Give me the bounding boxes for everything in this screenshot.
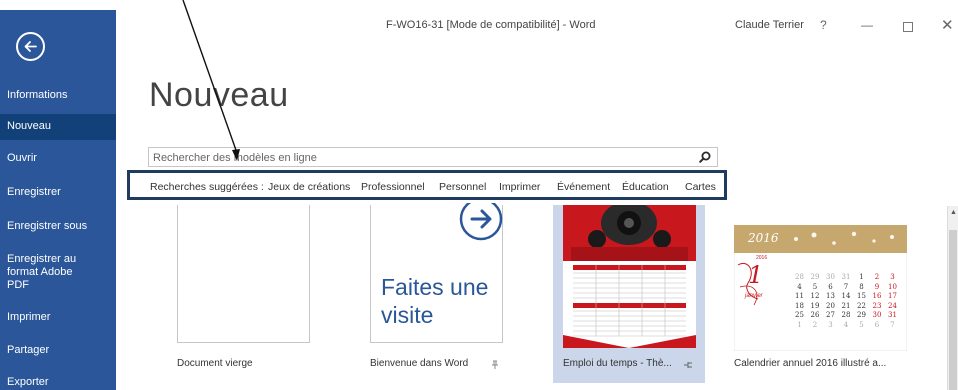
calendar-year-header: 2016 <box>748 231 779 245</box>
calendar-day-number: 4 <box>797 282 802 291</box>
calendar-day-number: 8 <box>859 282 864 291</box>
template-card-calendar[interactable]: 2016 2016 1 janvier 28 29 30 31 1 2 3 4 5 6 7 8 9 10 1… <box>733 224 908 356</box>
calendar-day-number: 30 <box>872 311 882 319</box>
calendar-day-number: 29 <box>810 273 820 281</box>
calendar-day-number: 22 <box>857 301 866 310</box>
template-card-timetable[interactable] <box>553 205 705 383</box>
timetable-thumbnail <box>563 205 696 348</box>
arrow-circle-icon <box>459 203 503 241</box>
calendar-day-number: 25 <box>795 311 804 319</box>
scroll-up-arrow-icon[interactable]: ▲ <box>950 209 957 216</box>
calendar-day-number: 12 <box>810 292 820 300</box>
calendar-day-number: 21 <box>841 301 851 310</box>
pin-icon[interactable] <box>491 360 499 370</box>
scrollbar-thumb[interactable] <box>949 230 957 390</box>
calendar-day-number: 15 <box>857 292 866 300</box>
calendar-day-number: 13 <box>826 292 835 300</box>
calendar-day-number: 2 <box>874 273 880 281</box>
welcome-thumbnail: Faites une visite <box>370 203 503 343</box>
calendar-big-day: 1 <box>748 261 764 289</box>
calendar-day-number: 6 <box>828 282 833 291</box>
template-name-blank: Document vierge <box>177 358 253 369</box>
calendar-day-number: 10 <box>888 282 897 291</box>
calendar-day-number: 3 <box>828 320 833 329</box>
calendar-day-number: 23 <box>872 301 882 310</box>
calendar-day-number: 9 <box>874 282 880 291</box>
calendar-day-number: 2 <box>812 320 818 329</box>
calendar-day-number: 28 <box>841 311 851 319</box>
calendar-day-number: 28 <box>795 273 804 281</box>
calendar-day-number: 11 <box>795 292 804 300</box>
calendar-day-number: 24 <box>888 301 897 310</box>
calendar-day-number: 17 <box>888 292 897 300</box>
calendar-day-number: 3 <box>890 273 895 281</box>
calendar-day-number: 26 <box>810 311 820 319</box>
calendar-day-number: 16 <box>872 292 882 300</box>
template-name-welcome: Bienvenue dans Word <box>370 358 469 369</box>
calendar-day-number: 5 <box>812 282 818 291</box>
calendar-day-number: 7 <box>843 282 849 291</box>
calendar-day-number: 6 <box>874 320 880 329</box>
word-backstage-window: Informations Nouveau Ouvrir Enregistrer … <box>0 0 958 390</box>
calendar-day-number: 18 <box>795 301 804 310</box>
vertical-scrollbar[interactable]: ▲ <box>947 206 958 390</box>
template-name-calendar: Calendrier annuel 2016 illustré a... <box>734 358 887 369</box>
calendar-day-number: 1 <box>859 273 864 281</box>
calendar-day-number: 1 <box>797 320 802 329</box>
calendar-month-name: janvier <box>745 293 763 299</box>
calendar-day-number: 7 <box>890 320 895 329</box>
calendar-day-number: 4 <box>843 320 849 329</box>
calendar-day-number: 27 <box>826 311 835 319</box>
calendar-day-number: 14 <box>841 292 851 300</box>
welcome-thumbnail-text: Faites une visite <box>381 274 489 328</box>
pinned-icon[interactable] <box>683 361 693 369</box>
calendar-day-number: 20 <box>826 301 835 310</box>
template-name-timetable: Emploi du temps - Thè... <box>563 358 672 369</box>
calendar-day-number: 19 <box>810 301 820 310</box>
calendar-day-number: 31 <box>841 273 851 281</box>
calendar-day-number: 29 <box>857 311 866 319</box>
blank-document-thumbnail <box>177 205 310 343</box>
calendar-day-number: 5 <box>859 320 864 329</box>
calendar-day-number: 30 <box>826 273 835 281</box>
calendar-day-number: 31 <box>888 311 897 319</box>
